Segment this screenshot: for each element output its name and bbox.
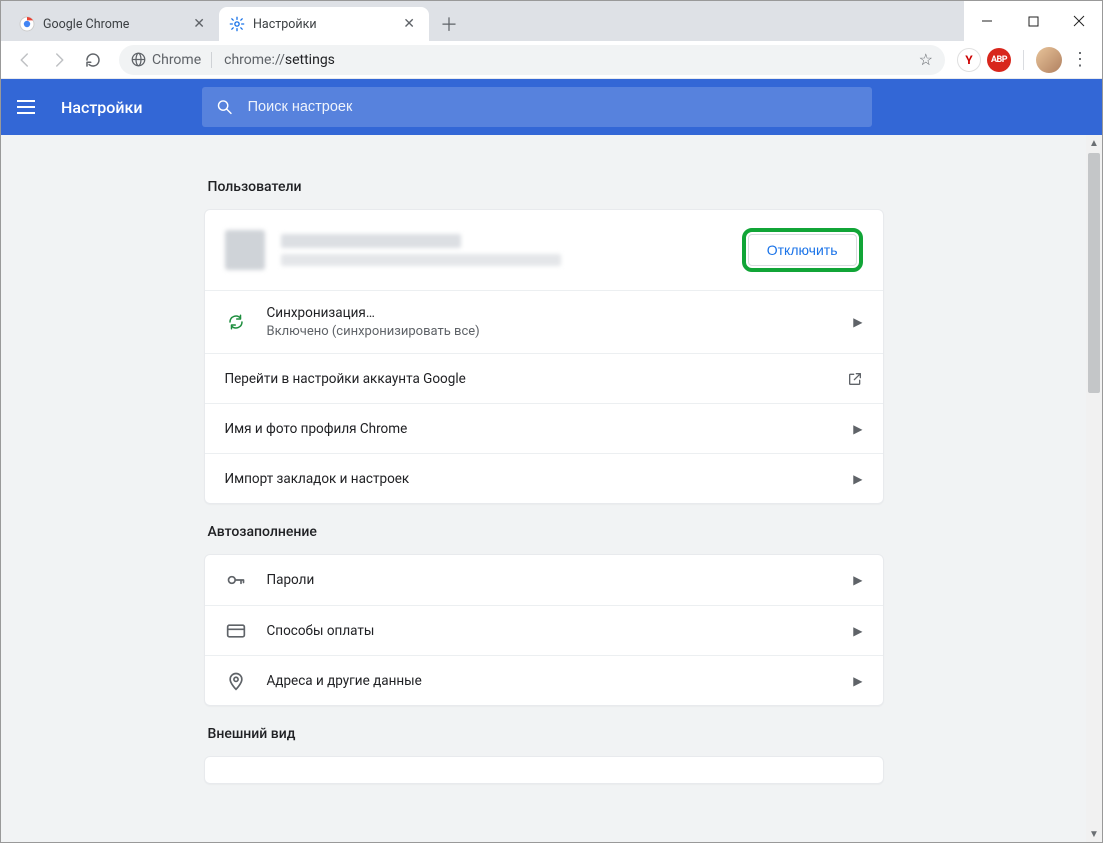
profile-picture bbox=[225, 230, 265, 270]
row-label: Пароли bbox=[267, 572, 834, 588]
chrome-favicon-icon bbox=[19, 16, 35, 32]
settings-search-input[interactable] bbox=[248, 99, 859, 115]
profile-info bbox=[281, 234, 726, 266]
extension-yandex-icon[interactable]: Y bbox=[957, 48, 981, 72]
passwords-row[interactable]: Пароли ▶ bbox=[205, 555, 883, 605]
chevron-right-icon: ▶ bbox=[853, 315, 862, 329]
key-icon bbox=[225, 570, 247, 590]
window-minimize-button[interactable] bbox=[964, 5, 1010, 37]
appearance-card bbox=[204, 756, 884, 784]
scrollbar-thumb[interactable] bbox=[1088, 153, 1100, 393]
tab-strip: Google Chrome ✕ Настройки ✕ ＋ bbox=[1, 1, 1102, 41]
window-close-button[interactable] bbox=[1056, 5, 1102, 37]
autofill-card: Пароли ▶ Способы оплаты ▶ bbox=[204, 554, 884, 706]
sync-title: Синхронизация… bbox=[267, 305, 834, 321]
scrollbar[interactable]: ▲ ▼ bbox=[1086, 135, 1102, 842]
url-text: chrome://settings bbox=[224, 52, 911, 68]
chevron-right-icon: ▶ bbox=[853, 422, 862, 436]
menu-hamburger-icon[interactable] bbox=[17, 95, 41, 119]
bookmark-star-icon[interactable]: ☆ bbox=[919, 50, 933, 69]
payments-row[interactable]: Способы оплаты ▶ bbox=[205, 605, 883, 655]
tab-title: Google Chrome bbox=[43, 17, 181, 32]
search-icon bbox=[216, 98, 233, 116]
profile-name-photo-row[interactable]: Имя и фото профиля Chrome ▶ bbox=[205, 403, 883, 453]
tab-google-chrome[interactable]: Google Chrome ✕ bbox=[9, 7, 219, 41]
highlight-annotation: Отключить bbox=[742, 228, 863, 272]
profile-avatar-button[interactable] bbox=[1036, 47, 1062, 73]
chevron-right-icon: ▶ bbox=[853, 624, 862, 638]
address-bar[interactable]: Chrome chrome://settings ☆ bbox=[119, 45, 945, 75]
window-controls bbox=[964, 1, 1102, 41]
settings-header: Настройки bbox=[1, 79, 1102, 135]
chevron-right-icon: ▶ bbox=[853, 472, 862, 486]
window-maximize-button[interactable] bbox=[1010, 5, 1056, 37]
open-external-icon bbox=[847, 371, 863, 387]
section-title-autofill: Автозаполнение bbox=[208, 524, 880, 540]
sync-icon bbox=[225, 313, 247, 331]
sync-row[interactable]: Синхронизация… Включено (синхронизироват… bbox=[205, 290, 883, 353]
row-label: Перейти в настройки аккаунта Google bbox=[225, 371, 827, 387]
toolbar: Chrome chrome://settings ☆ Y ABP ⋮ bbox=[1, 41, 1102, 79]
profile-row: Отключить bbox=[205, 210, 883, 290]
sync-subtitle: Включено (синхронизировать все) bbox=[267, 324, 834, 339]
tab-settings[interactable]: Настройки ✕ bbox=[219, 7, 429, 41]
google-account-row[interactable]: Перейти в настройки аккаунта Google bbox=[205, 353, 883, 403]
scroll-up-icon[interactable]: ▲ bbox=[1086, 135, 1102, 151]
toolbar-separator bbox=[1023, 50, 1024, 70]
tab-title: Настройки bbox=[253, 17, 391, 32]
users-card: Отключить Синхронизация… Включено (синхр… bbox=[204, 209, 884, 504]
row-label: Импорт закладок и настроек bbox=[225, 471, 834, 487]
addresses-row[interactable]: Адреса и другие данные ▶ bbox=[205, 655, 883, 705]
credit-card-icon bbox=[225, 621, 247, 641]
back-button[interactable] bbox=[11, 46, 39, 74]
settings-favicon-icon bbox=[229, 16, 245, 32]
row-label: Способы оплаты bbox=[267, 623, 834, 639]
chevron-right-icon: ▶ bbox=[853, 573, 862, 587]
import-row[interactable]: Импорт закладок и настроек ▶ bbox=[205, 453, 883, 503]
location-pin-icon bbox=[225, 671, 247, 691]
chrome-menu-button[interactable]: ⋮ bbox=[1068, 48, 1092, 72]
site-info-icon[interactable]: Chrome bbox=[131, 52, 216, 68]
tab-close-icon[interactable]: ✕ bbox=[399, 16, 419, 32]
new-tab-button[interactable]: ＋ bbox=[435, 10, 463, 38]
scroll-down-icon[interactable]: ▼ bbox=[1086, 826, 1102, 842]
scheme-label: Chrome bbox=[152, 52, 201, 68]
reload-button[interactable] bbox=[79, 46, 107, 74]
tab-close-icon[interactable]: ✕ bbox=[189, 16, 209, 32]
settings-page-title: Настройки bbox=[61, 98, 142, 117]
forward-button[interactable] bbox=[45, 46, 73, 74]
disconnect-button[interactable]: Отключить bbox=[748, 234, 857, 266]
chevron-right-icon: ▶ bbox=[853, 674, 862, 688]
settings-search-box[interactable] bbox=[202, 87, 872, 127]
row-label: Имя и фото профиля Chrome bbox=[225, 421, 834, 437]
row-label: Адреса и другие данные bbox=[267, 673, 834, 689]
extension-abp-icon[interactable]: ABP bbox=[987, 48, 1011, 72]
section-title-users: Пользователи bbox=[208, 179, 880, 195]
section-title-appearance: Внешний вид bbox=[208, 726, 880, 742]
